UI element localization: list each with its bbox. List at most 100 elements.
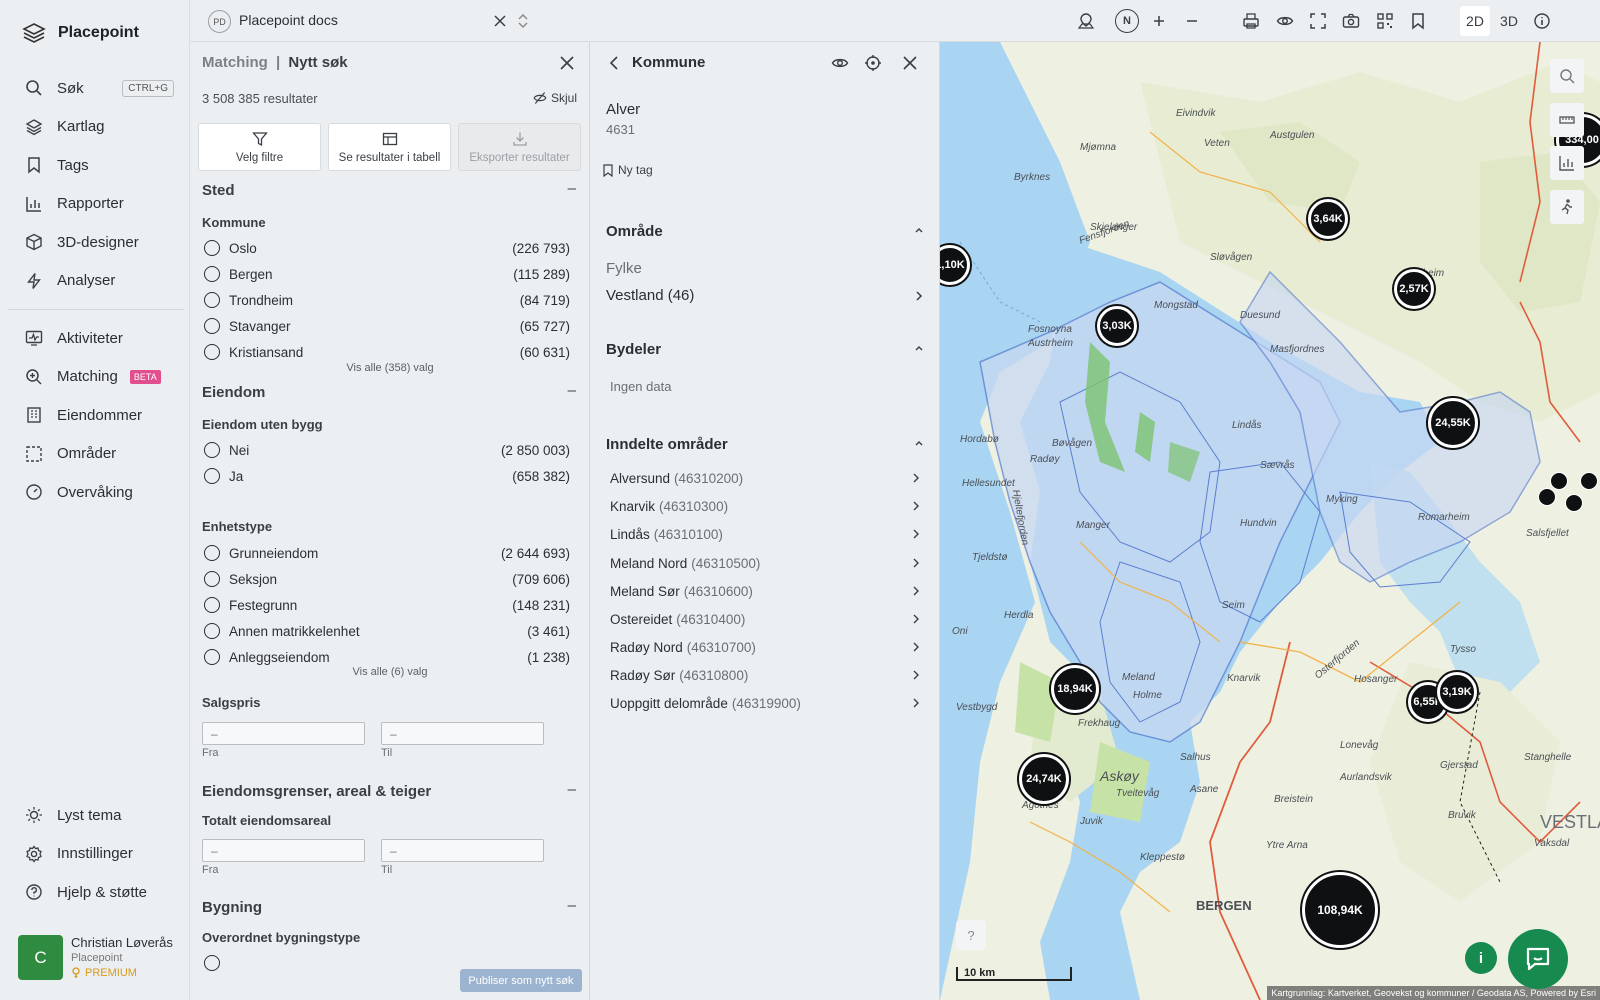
radio-button[interactable] (204, 571, 220, 587)
bookmark-icon[interactable] (1409, 12, 1427, 30)
chevron-updown-icon[interactable] (514, 12, 532, 30)
nav-item-sok[interactable]: Søk CTRL+G (8, 69, 184, 108)
section-sted[interactable]: Sted – (202, 180, 576, 199)
nav-item-lyst-tema[interactable]: Lyst tema (8, 796, 184, 835)
nav-item-eiendommer[interactable]: Eiendommer (8, 396, 184, 435)
collapse-icon[interactable]: – (568, 180, 576, 197)
new-tag-button[interactable]: Ny tag (602, 163, 653, 177)
show-all-link[interactable]: Vis alle (358) valg (190, 362, 589, 374)
eye-icon[interactable] (831, 54, 849, 72)
section-bygning[interactable]: Bygning – (202, 897, 576, 916)
title-matching[interactable]: Matching (202, 54, 268, 71)
nav-item-rapporter[interactable]: Rapporter (8, 185, 184, 224)
close-icon[interactable] (558, 54, 576, 72)
back-icon[interactable] (606, 54, 624, 72)
nav-item-omrader[interactable]: Områder (8, 435, 184, 474)
publish-button[interactable]: Publiser som nytt søk (460, 969, 582, 992)
radio-button[interactable] (204, 344, 220, 360)
option-nei[interactable]: Nei (2 850 003) (204, 440, 570, 460)
export-button[interactable]: Eksporter resultater (458, 123, 581, 171)
nav-item-analyser[interactable]: Analyser (8, 262, 184, 301)
map-info-button[interactable]: i (1465, 942, 1497, 974)
option-ja[interactable]: Ja (658 382) (204, 466, 570, 486)
collapse-icon[interactable]: – (568, 382, 576, 399)
nav-item-hjelp[interactable]: Hjelp & støtte (8, 873, 184, 912)
option-annen-matrikkelenhet[interactable]: Annen matrikkelenhet (3 461) (204, 621, 570, 641)
price-to-input[interactable] (381, 722, 544, 745)
radio-button[interactable] (204, 597, 220, 613)
option-kristiansand[interactable]: Kristiansand (60 631) (204, 342, 570, 362)
chat-button[interactable] (1508, 929, 1568, 989)
cluster-dot[interactable] (1538, 488, 1556, 506)
radio-button[interactable] (204, 442, 220, 458)
option-stavanger[interactable]: Stavanger (65 727) (204, 316, 570, 336)
hide-button[interactable]: Skjul (533, 91, 577, 105)
nav-item-matching[interactable]: Matching BETA (8, 358, 184, 397)
cluster-marker[interactable]: 2,57K (1394, 269, 1434, 309)
view-3d-toggle[interactable]: 3D (1494, 6, 1524, 36)
nav-item-tags[interactable]: Tags (8, 146, 184, 185)
show-all-link[interactable]: Vis alle (6) valg (190, 666, 589, 678)
radio-button[interactable] (204, 292, 220, 308)
cluster-dot[interactable] (1565, 494, 1583, 512)
map-measure-tool[interactable] (1550, 103, 1584, 137)
cluster-marker[interactable]: 3,19K (1437, 672, 1477, 712)
map-pin-icon[interactable] (1077, 12, 1095, 30)
section-omrade[interactable]: Område (606, 223, 928, 240)
area-to-input[interactable] (381, 839, 544, 862)
cluster-marker[interactable]: 24,55K (1428, 398, 1478, 448)
radio-button[interactable] (204, 623, 220, 639)
collapse-icon[interactable]: – (568, 897, 576, 914)
cluster-marker[interactable]: 3,64K (1308, 199, 1348, 239)
brand[interactable]: Placepoint (22, 22, 139, 44)
area-row-radoy-sor[interactable]: Radøy Sør (46310800) (610, 663, 922, 687)
locate-icon[interactable] (864, 54, 882, 72)
cluster-dot[interactable] (1580, 472, 1598, 490)
radio-button[interactable] (204, 468, 220, 484)
section-bydeler[interactable]: Bydeler (606, 341, 928, 358)
area-row-radoy-nord[interactable]: Radøy Nord (46310700) (610, 635, 922, 659)
area-row-alversund[interactable]: Alversund (46310200) (610, 466, 922, 490)
show-table-button[interactable]: Se resultater i tabell (328, 123, 451, 171)
map-chart-tool[interactable] (1550, 146, 1584, 180)
option-trondheim[interactable]: Trondheim (84 719) (204, 290, 570, 310)
fullscreen-icon[interactable] (1309, 12, 1327, 30)
option-anleggseiendom[interactable]: Anleggseiendom (1 238) (204, 647, 570, 667)
document-badge[interactable]: PD (208, 10, 231, 33)
nav-item-innstillinger[interactable]: Innstillinger (8, 835, 184, 874)
info-icon[interactable] (1533, 12, 1551, 30)
option-oslo[interactable]: Oslo (226 793) (204, 238, 570, 258)
nav-item-aktiviteter[interactable]: Aktiviteter (8, 319, 184, 358)
document-title[interactable]: Placepoint docs (239, 12, 338, 28)
fylke-row[interactable]: Vestland (46) (606, 287, 926, 304)
radio-button[interactable] (204, 318, 220, 334)
cluster-marker[interactable]: 18,94K (1051, 665, 1099, 713)
nav-item-kartlag[interactable]: Kartlag (8, 108, 184, 147)
view-2d-toggle[interactable]: 2D (1460, 6, 1490, 36)
area-row-meland-sor[interactable]: Meland Sør (46310600) (610, 579, 922, 603)
area-row-ostereidet[interactable]: Ostereidet (46310400) (610, 607, 922, 631)
eye-icon[interactable] (1276, 12, 1294, 30)
radio-button[interactable] (204, 955, 220, 971)
section-eiendom[interactable]: Eiendom – (202, 382, 576, 401)
cluster-marker[interactable]: 24,74K (1019, 754, 1069, 804)
area-row-meland-nord[interactable]: Meland Nord (46310500) (610, 551, 922, 575)
area-from-input[interactable] (202, 839, 365, 862)
chevron-up-icon[interactable] (912, 436, 926, 450)
map-search-tool[interactable] (1550, 59, 1584, 93)
option-festegrunn[interactable]: Festegrunn (148 231) (204, 595, 570, 615)
qr-code-icon[interactable] (1376, 12, 1394, 30)
close-icon[interactable] (491, 12, 509, 30)
collapse-icon[interactable]: – (568, 781, 576, 798)
choose-filters-button[interactable]: Velg filtre (198, 123, 321, 171)
section-eiendomsgrenser[interactable]: Eiendomsgrenser, areal & teiger – (202, 781, 576, 800)
compass-button[interactable]: N (1115, 9, 1139, 33)
close-icon[interactable] (901, 54, 919, 72)
radio-button[interactable] (204, 649, 220, 665)
cluster-marker[interactable]: 3,03K (1097, 306, 1137, 346)
cluster-dot[interactable] (1550, 472, 1568, 490)
option-seksjon[interactable]: Seksjon (709 606) (204, 569, 570, 589)
option-grunneiendom[interactable]: Grunneiendom (2 644 693) (204, 543, 570, 563)
nav-item-overvaking[interactable]: Overvåking (8, 473, 184, 512)
user-card[interactable]: C Christian Løverås Placepoint PREMIUM (18, 935, 173, 980)
